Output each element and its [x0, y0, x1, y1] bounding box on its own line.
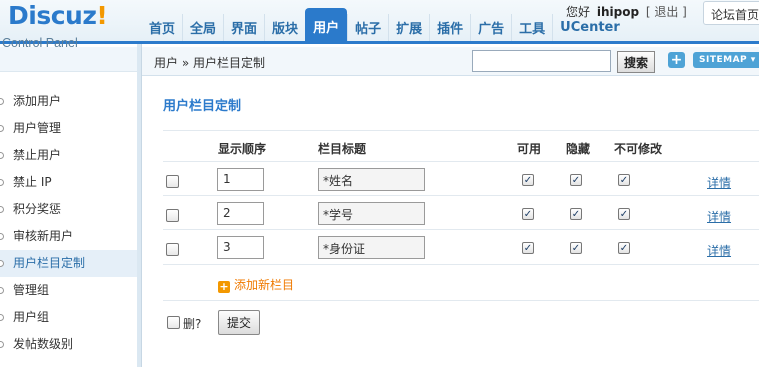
- row-divider: [163, 264, 759, 265]
- bullet-icon: [0, 125, 4, 132]
- sidebar-header: [0, 47, 138, 72]
- discuz-logo[interactable]: Discuz!: [8, 2, 136, 30]
- delete-all-checkbox[interactable]: [167, 316, 180, 329]
- detail-link[interactable]: 详情: [707, 174, 731, 191]
- add-column-link[interactable]: + 添加新栏目: [218, 276, 294, 293]
- search-button[interactable]: 搜索: [617, 51, 655, 73]
- sidebar-item-label: 用户组: [13, 310, 50, 324]
- col-header-title: 栏目标题: [318, 142, 367, 156]
- sidebar-item[interactable]: 添加用户: [0, 88, 138, 115]
- search-input[interactable]: [472, 50, 611, 72]
- row-select-checkbox[interactable]: [166, 209, 179, 222]
- sidebar-item[interactable]: 管理组: [0, 277, 138, 304]
- logo-bang: !: [96, 1, 108, 30]
- col-header-hidden: 隐藏: [566, 142, 591, 156]
- greeting: 您好: [566, 5, 591, 19]
- divider: [163, 161, 759, 162]
- add-icon: +: [218, 280, 230, 293]
- sitemap-button[interactable]: SITEMAP ▾: [693, 52, 759, 68]
- sidebar-item-label: 发帖数级别: [13, 337, 74, 351]
- bullet-icon: [0, 233, 4, 240]
- locked-checkbox[interactable]: ✓: [618, 208, 630, 220]
- row-divider: [163, 229, 759, 230]
- nav-tab[interactable]: 工具: [511, 14, 552, 41]
- display-order-input[interactable]: 3: [217, 236, 264, 259]
- locked-checkbox[interactable]: ✓: [618, 242, 630, 254]
- row-select-checkbox[interactable]: [166, 243, 179, 256]
- delete-label: 删?: [183, 317, 202, 331]
- sidebar-item[interactable]: 审核新用户: [0, 223, 138, 250]
- col-header-locked: 不可修改: [614, 142, 663, 156]
- column-title-input[interactable]: *学号: [318, 202, 425, 225]
- row-select-checkbox[interactable]: [166, 175, 179, 188]
- sidebar-item-label: 添加用户: [13, 94, 62, 108]
- bullet-icon: [0, 206, 4, 213]
- display-order-input[interactable]: 1: [217, 168, 264, 191]
- locked-checkbox[interactable]: ✓: [618, 174, 630, 186]
- bullet-icon: [0, 287, 4, 294]
- bullet-icon: [0, 98, 4, 105]
- sidebar-item-label: 审核新用户: [13, 229, 74, 243]
- bullet-icon: [0, 260, 4, 267]
- bullet-icon: [0, 152, 4, 159]
- detail-link[interactable]: 详情: [707, 208, 731, 225]
- sidebar-item-label: 用户管理: [13, 121, 62, 135]
- column-title-input[interactable]: *身份证: [318, 236, 425, 259]
- enabled-checkbox[interactable]: ✓: [522, 174, 534, 186]
- nav-tab[interactable]: 首页: [142, 14, 182, 41]
- user-bar: 您好 ihipop [ 退出 ]: [566, 3, 687, 20]
- nav-tab[interactable]: 插件: [429, 14, 470, 41]
- enabled-checkbox[interactable]: ✓: [522, 208, 534, 220]
- hidden-checkbox[interactable]: ✓: [570, 174, 582, 186]
- sidebar-item[interactable]: 用户管理: [0, 115, 138, 142]
- page-title: 用户栏目定制: [163, 99, 242, 114]
- sidebar-item[interactable]: 用户栏目定制: [0, 250, 138, 277]
- nav-tab[interactable]: 全局: [182, 14, 223, 41]
- sidebar-item-label: 用户栏目定制: [13, 256, 86, 270]
- bullet-icon: [0, 179, 4, 186]
- enabled-checkbox[interactable]: ✓: [522, 242, 534, 254]
- nav-tab[interactable]: 扩展: [388, 14, 429, 41]
- sidebar-item[interactable]: 禁止用户: [0, 142, 138, 169]
- nav-tab[interactable]: 用户: [305, 8, 348, 44]
- nav-tab[interactable]: 版块: [264, 14, 305, 41]
- breadcrumb-bar: 用户 » 用户栏目定制 搜索 + SITEMAP ▾: [142, 47, 759, 76]
- divider: [163, 300, 759, 301]
- sidebar-divider[interactable]: [137, 44, 142, 367]
- row-divider: [163, 195, 759, 196]
- sidebar-item-label: 积分奖惩: [13, 202, 62, 216]
- logo-word: Discuz: [8, 1, 97, 30]
- forum-home-button[interactable]: 论坛首页: [703, 1, 759, 25]
- sidebar-item-label: 禁止用户: [13, 148, 62, 162]
- detail-link[interactable]: 详情: [707, 242, 731, 259]
- main-nav: 首页 全局 界面 版块 用户 帖子 扩展 插件 广告 工具 UCenter: [142, 8, 627, 44]
- column-title-input[interactable]: *姓名: [318, 168, 425, 191]
- col-header-enabled: 可用: [517, 142, 542, 156]
- col-header-order: 显示顺序: [218, 142, 267, 156]
- nav-tab[interactable]: 界面: [223, 14, 264, 41]
- add-shortcut-button[interactable]: +: [668, 52, 685, 68]
- nav-tab[interactable]: 帖子: [347, 14, 388, 41]
- sidebar-item-label: 禁止 IP: [13, 175, 52, 189]
- bullet-icon: [0, 314, 4, 321]
- divider: [163, 130, 759, 131]
- logout-link[interactable]: [ 退出 ]: [646, 5, 687, 19]
- bullet-icon: [0, 341, 4, 348]
- username[interactable]: ihipop: [597, 5, 639, 19]
- sidebar-item[interactable]: 禁止 IP: [0, 169, 138, 196]
- hidden-checkbox[interactable]: ✓: [570, 208, 582, 220]
- submit-button[interactable]: 提交: [218, 310, 260, 335]
- sidebar: 添加用户用户管理禁止用户禁止 IP 积分奖惩审核新用户用户栏目定制 管理组用户组发帖…: [0, 88, 138, 358]
- sidebar-item[interactable]: 发帖数级别: [0, 331, 138, 358]
- top-header: Discuz! 首页 全局 界面 版块 用户 帖子 扩展 插件 广告 工具 UCenter 您好 i…: [0, 0, 759, 44]
- sidebar-item[interactable]: 积分奖惩: [0, 196, 138, 223]
- hidden-checkbox[interactable]: ✓: [570, 242, 582, 254]
- breadcrumb: 用户 » 用户栏目定制: [154, 56, 265, 70]
- nav-tab[interactable]: 广告: [470, 14, 511, 41]
- sidebar-item-label: 管理组: [13, 283, 50, 297]
- add-column-label: 添加新栏目: [234, 278, 295, 292]
- display-order-input[interactable]: 2: [217, 202, 264, 225]
- sidebar-item[interactable]: 用户组: [0, 304, 138, 331]
